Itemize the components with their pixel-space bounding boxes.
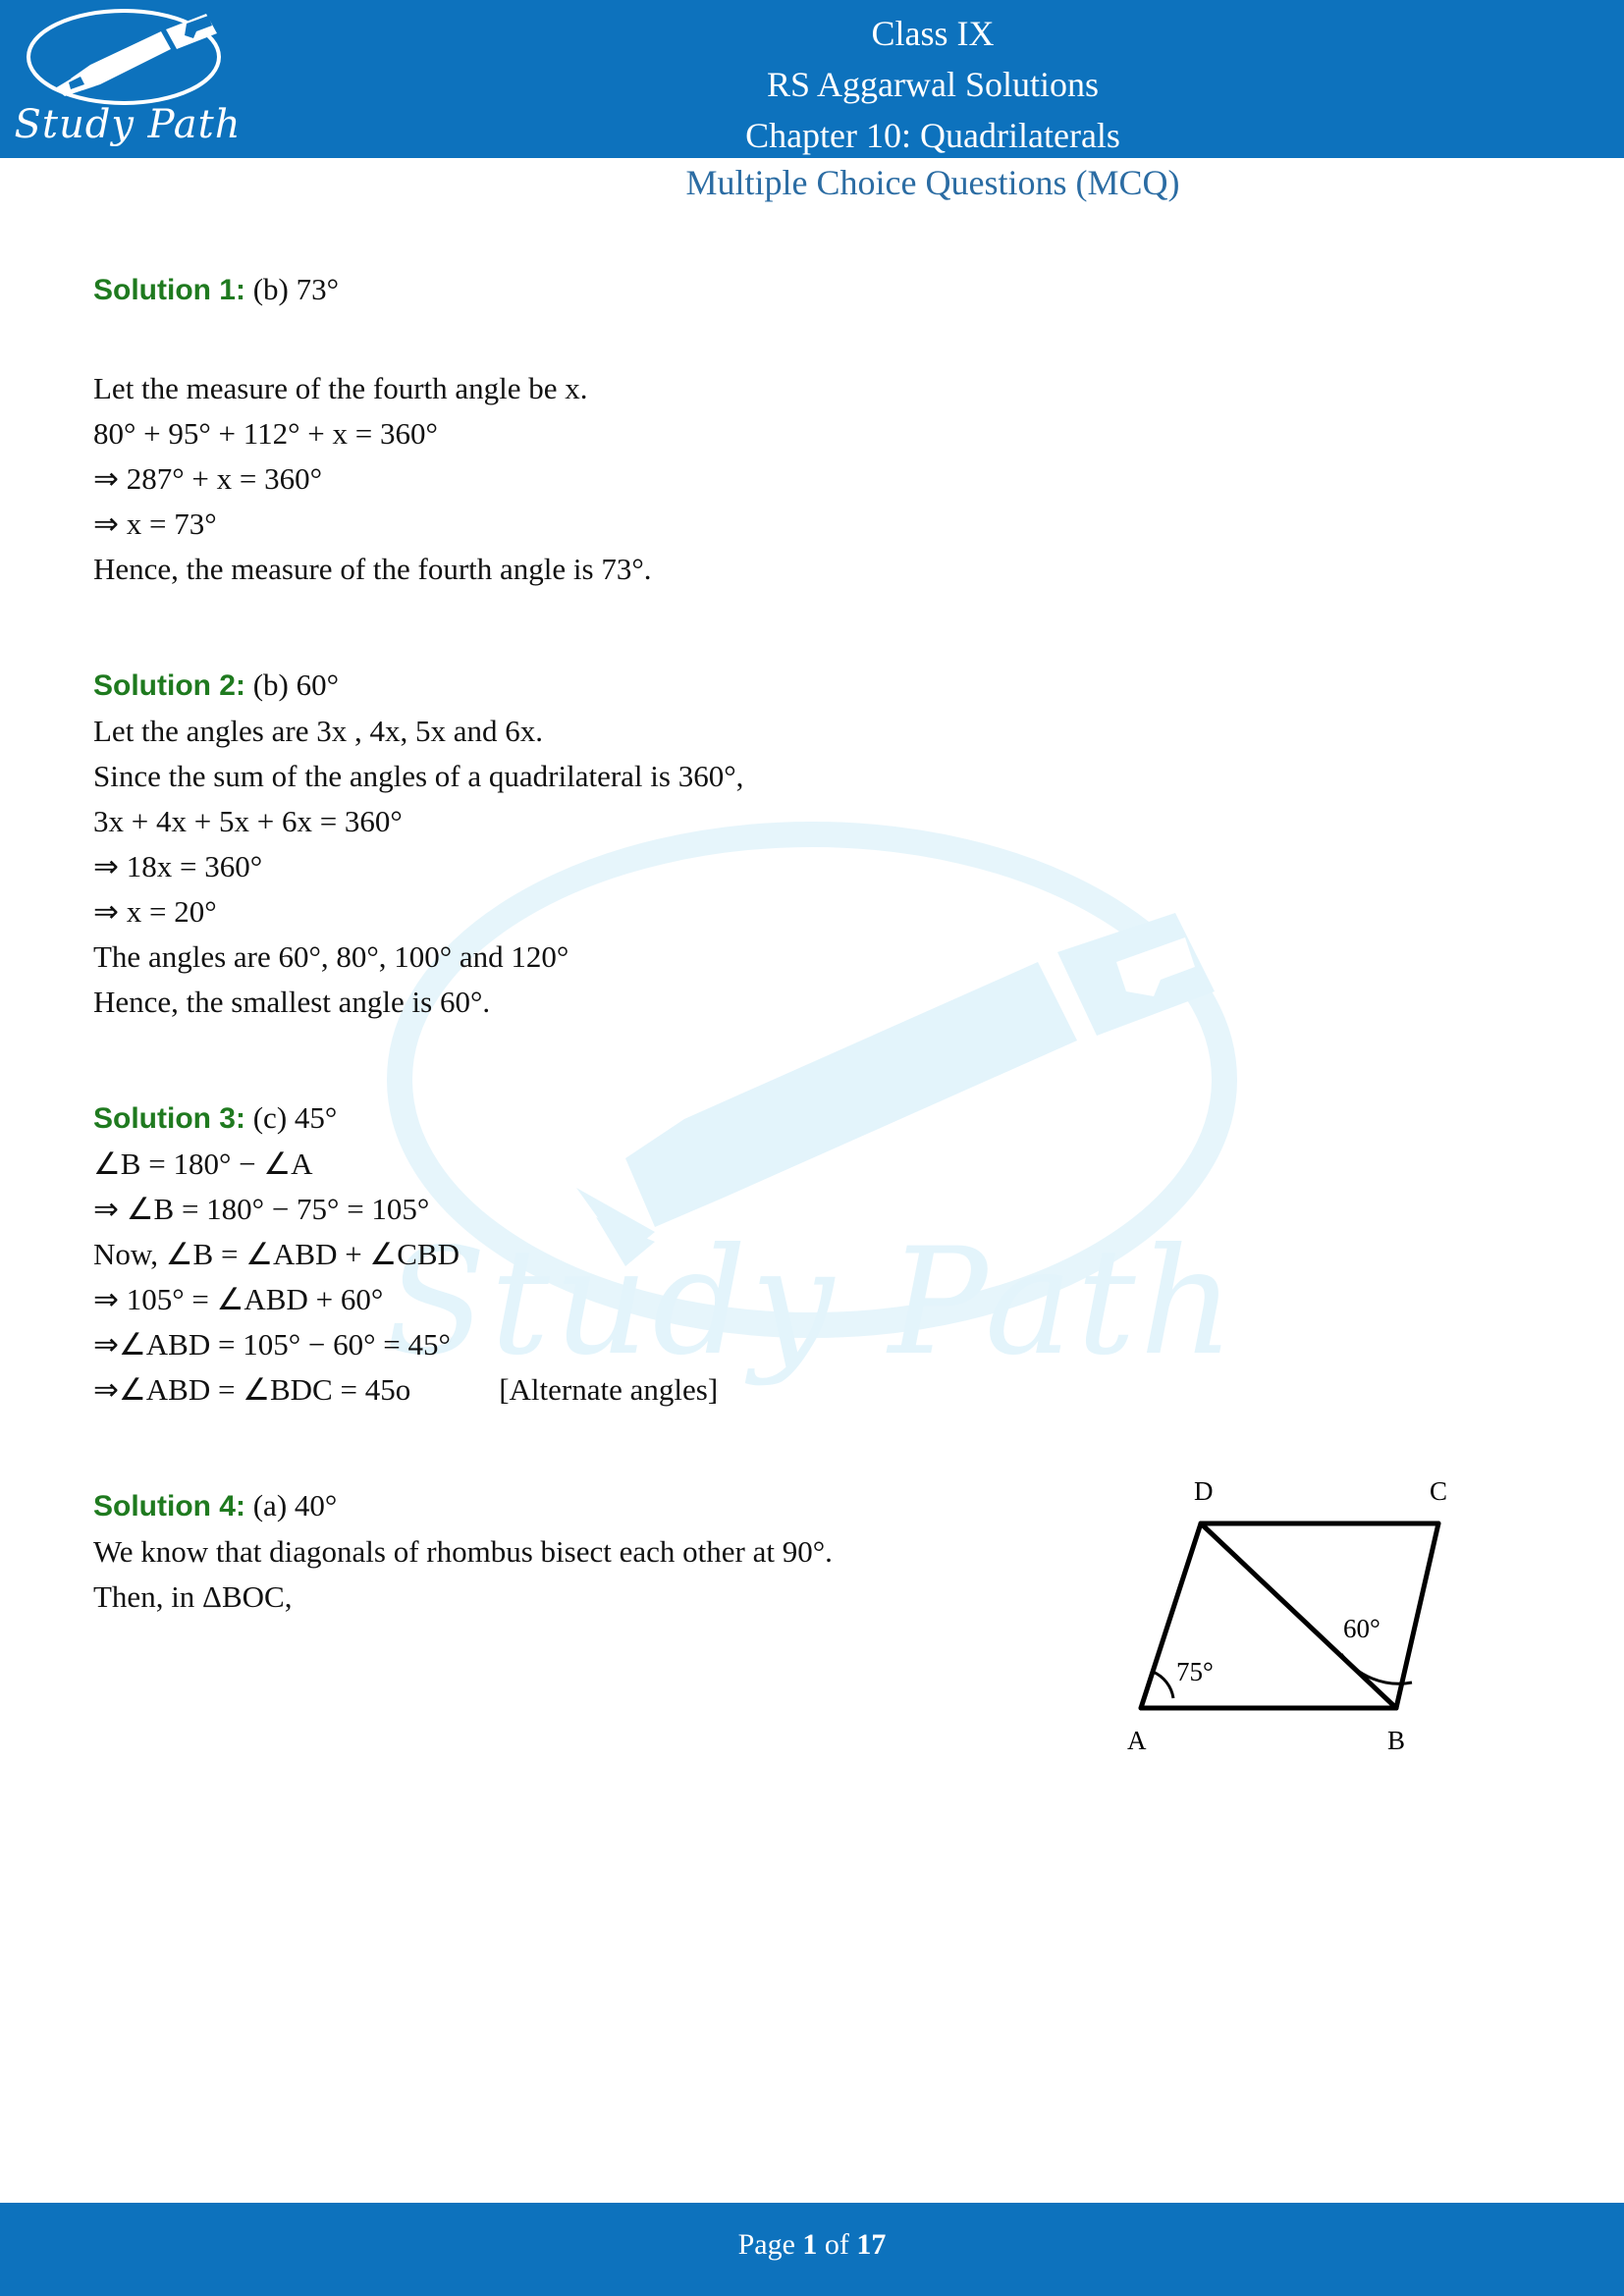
site-logo-text: Study Path bbox=[14, 102, 242, 147]
page-current: 1 bbox=[802, 2228, 818, 2261]
solution-2-line-3: 3x + 4x + 5x + 6x = 360° bbox=[93, 804, 403, 838]
parallelogram-abcd-svg: A B C D 75° 60° bbox=[1127, 1476, 1447, 1755]
solution-1-line-1: Let the measure of the fourth angle be x… bbox=[93, 371, 588, 405]
solution-block-3: Solution 3: (c) 45° ∠B = 180° − ∠A ⇒ ∠B … bbox=[93, 1095, 1537, 1413]
angle-arc-a bbox=[1152, 1670, 1175, 1699]
page-footer: Page 1 of 17 bbox=[0, 2203, 1624, 2296]
fountain-pen-icon bbox=[27, 9, 221, 105]
document-page: Study Path Study Path Class IX RS Aggarw… bbox=[0, 0, 1624, 2296]
solution-2-label: Solution 2: bbox=[93, 669, 245, 702]
solution-4-answer: (a) 40° bbox=[252, 1488, 338, 1522]
solution-block-1: Solution 1: (b) 73° Let the measure of t… bbox=[93, 267, 1537, 592]
vertex-label-a: A bbox=[1127, 1726, 1147, 1755]
solution-3-answer: (c) 45° bbox=[252, 1100, 338, 1135]
solution-2-line-1: Let the angles are 3x , 4x, 5x and 6x. bbox=[93, 714, 543, 748]
solution-3-line-2: ⇒ ∠B = 180° − 75° = 105° bbox=[93, 1192, 430, 1226]
vertex-label-b: B bbox=[1387, 1726, 1405, 1755]
solution-1-heading: Solution 1: (b) 73° bbox=[93, 267, 1537, 313]
solution-2-line-5: ⇒ x = 20° bbox=[93, 894, 217, 929]
solution-2-line-4: ⇒ 18x = 360° bbox=[93, 849, 263, 883]
solution-1-line-5: Hence, the measure of the fourth angle i… bbox=[93, 552, 652, 586]
page-total: 17 bbox=[856, 2228, 887, 2261]
solutions-content: Solution 1: (b) 73° Let the measure of t… bbox=[93, 267, 1537, 1620]
solution-2-line-2: Since the sum of the angles of a quadril… bbox=[93, 759, 744, 793]
solution-4-label: Solution 4: bbox=[93, 1490, 245, 1522]
site-logo: Study Path bbox=[14, 6, 242, 153]
page-middle: of bbox=[817, 2228, 857, 2261]
solution-1-line-2: 80° + 95° + 112° + x = 360° bbox=[93, 416, 438, 451]
solution-1-line-4: ⇒ x = 73° bbox=[93, 507, 217, 541]
solution-3-line-6-main: ⇒∠ABD = ∠BDC = 45o bbox=[93, 1372, 411, 1407]
header-book-line: RS Aggarwal Solutions bbox=[766, 65, 1100, 104]
angle-label-a: 75° bbox=[1176, 1657, 1214, 1686]
header-class-line: Class IX bbox=[871, 14, 995, 53]
solution-3-line-5: ⇒∠ABD = 105° − 60° = 45° bbox=[93, 1327, 451, 1362]
solution-3-line-3: Now, ∠B = ∠ABD + ∠CBD bbox=[93, 1237, 460, 1271]
segment-bc bbox=[1393, 1521, 1441, 1711]
solution-3-line-4: ⇒ 105° = ∠ABD + 60° bbox=[93, 1282, 384, 1316]
solution-3-note: [Alternate angles] bbox=[499, 1372, 719, 1407]
page-subtitle: Multiple Choice Questions (MCQ) bbox=[685, 163, 1180, 202]
solution-3-heading: Solution 3: (c) 45° bbox=[93, 1095, 1537, 1142]
vertex-label-c: C bbox=[1430, 1476, 1447, 1506]
solution-1-line-3: ⇒ 287° + x = 360° bbox=[93, 461, 322, 496]
header-titles: Class IX RS Aggarwal Solutions Chapter 1… bbox=[242, 8, 1624, 161]
page-prefix: Page bbox=[737, 2228, 803, 2261]
vertex-label-d: D bbox=[1194, 1476, 1214, 1506]
parallelogram-diagram: A B C D 75° 60° bbox=[1100, 1463, 1522, 1787]
solution-1-answer: (b) 73° bbox=[252, 272, 340, 306]
solution-3-label: Solution 3: bbox=[93, 1102, 245, 1135]
solution-2-heading: Solution 2: (b) 60° bbox=[93, 663, 1537, 709]
page-header: Study Path Class IX RS Aggarwal Solution… bbox=[0, 0, 1624, 158]
header-chapter-line: Chapter 10: Quadrilaterals bbox=[745, 116, 1120, 155]
solution-3-line-6: ⇒∠ABD = ∠BDC = 45o [Alternate angles] bbox=[93, 1367, 1537, 1413]
solution-2-line-6: The angles are 60°, 80°, 100° and 120° bbox=[93, 939, 569, 974]
page-number: Page 1 of 17 bbox=[0, 2228, 1624, 2262]
solution-2-answer: (b) 60° bbox=[252, 667, 340, 702]
solution-3-line-1: ∠B = 180° − ∠A bbox=[93, 1147, 313, 1181]
angle-label-b: 60° bbox=[1343, 1614, 1380, 1643]
solution-2-line-7: Hence, the smallest angle is 60°. bbox=[93, 985, 491, 1019]
solution-1-label: Solution 1: bbox=[93, 274, 245, 306]
solution-block-2: Solution 2: (b) 60° Let the angles are 3… bbox=[93, 663, 1537, 1025]
